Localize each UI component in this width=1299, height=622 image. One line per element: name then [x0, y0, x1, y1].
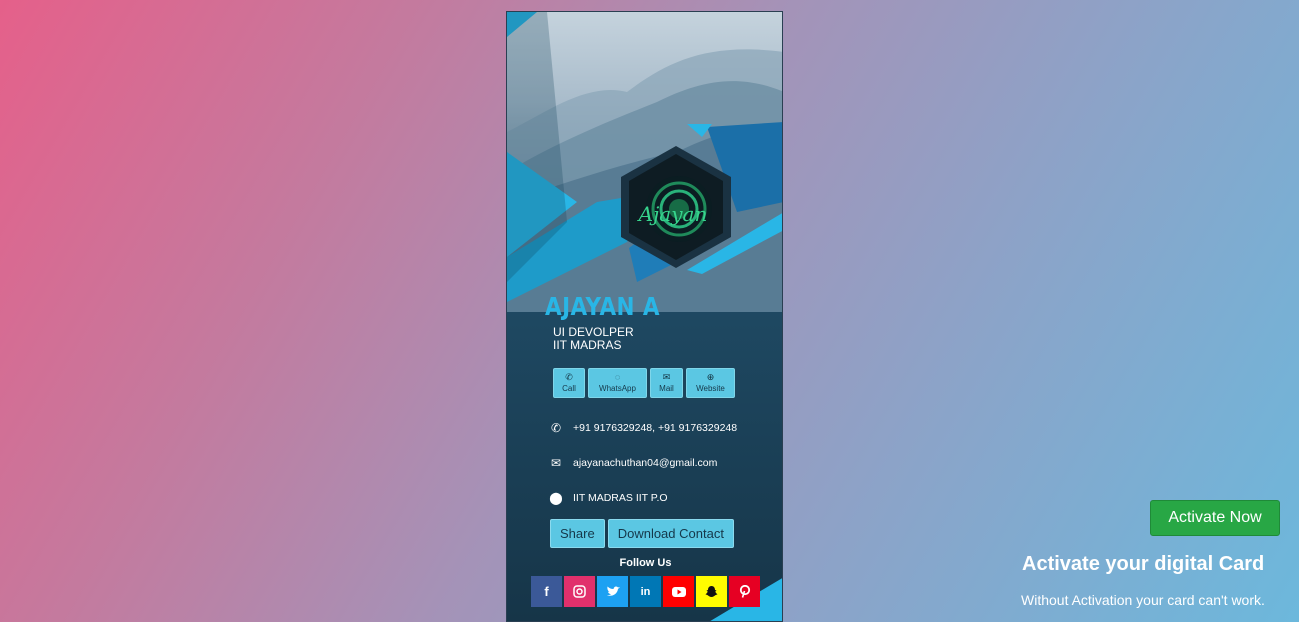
phone-icon: ✆	[565, 372, 573, 382]
card-actions: Share Download Contact	[550, 519, 734, 548]
mail-icon: ✉	[662, 372, 671, 382]
address-row[interactable]: ⬤ IIT MADRAS IIT P.O	[545, 491, 668, 505]
role-organization: IIT MADRAS	[553, 338, 622, 352]
phone-row[interactable]: ✆ +91 9176329248, +91 9176329248	[545, 421, 737, 435]
mail-icon: ✉	[550, 456, 562, 470]
pinterest-icon[interactable]	[729, 576, 760, 607]
follow-us-heading: Follow Us	[619, 557, 672, 569]
whatsapp-button[interactable]: ◌ WhatsApp	[588, 368, 647, 398]
snapchat-icon[interactable]	[696, 576, 727, 607]
social-links: f in	[531, 576, 760, 607]
logo-text: Ajayan	[637, 202, 708, 226]
facebook-icon[interactable]: f	[531, 576, 562, 607]
website-label: Website	[696, 384, 725, 393]
activate-now-button[interactable]: Activate Now	[1150, 500, 1280, 536]
email-address: ajayanachuthan04@gmail.com	[573, 457, 718, 469]
download-contact-button[interactable]: Download Contact	[607, 519, 734, 548]
globe-icon: ⊕	[706, 372, 715, 382]
address-text: IIT MADRAS IIT P.O	[573, 492, 668, 504]
location-pin-icon: ⬤	[549, 491, 563, 505]
mail-label: Mail	[659, 384, 674, 393]
whatsapp-label: WhatsApp	[599, 384, 636, 393]
activation-subtitle: Without Activation your card can't work.	[1021, 592, 1265, 608]
twitter-icon[interactable]	[597, 576, 628, 607]
card-role: UI DEVOLPER IIT MADRAS	[553, 326, 634, 352]
mail-button[interactable]: ✉ Mail	[650, 368, 683, 398]
instagram-icon[interactable]	[564, 576, 595, 607]
logo-badge: Ajayan	[621, 146, 731, 268]
call-button[interactable]: ✆ Call	[553, 368, 585, 398]
whatsapp-icon: ◌	[614, 372, 621, 382]
email-row[interactable]: ✉ ajayanachuthan04@gmail.com	[545, 456, 717, 470]
call-label: Call	[562, 384, 576, 393]
card-name: AJAYAN A	[545, 292, 660, 321]
website-button[interactable]: ⊕ Website	[686, 368, 735, 398]
youtube-icon[interactable]	[663, 576, 694, 607]
phone-number: +91 9176329248, +91 9176329248	[573, 422, 738, 434]
share-button[interactable]: Share	[550, 519, 605, 548]
phone-icon: ✆	[550, 421, 562, 435]
activation-title: Activate your digital Card	[1022, 553, 1265, 575]
digital-card: Ajayan AJAYAN A UI DEVOLPER IIT MADRAS ✆…	[506, 11, 783, 622]
quick-actions: ✆ Call ◌ WhatsApp ✉ Mail ⊕ Website	[553, 368, 735, 398]
linkedin-icon[interactable]: in	[630, 576, 661, 607]
